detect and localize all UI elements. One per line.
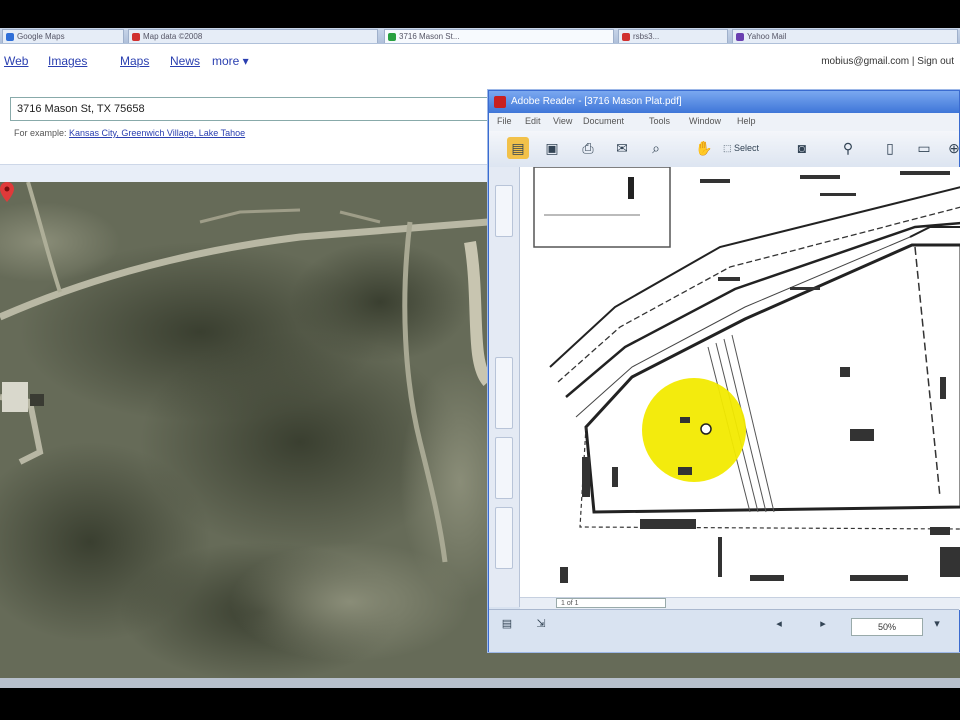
tab-favicon-icon: [132, 33, 140, 41]
nav-link-images[interactable]: Images: [48, 54, 87, 68]
page-icon[interactable]: ▤: [499, 616, 515, 632]
map-marker-icon[interactable]: [0, 182, 14, 202]
nav-link-news[interactable]: News: [170, 54, 200, 68]
menu-window[interactable]: Window: [689, 116, 721, 126]
taskbar-strip: [0, 678, 960, 688]
snapshot-icon[interactable]: ◙: [791, 137, 813, 159]
search-hint-prefix: For example:: [14, 128, 70, 138]
next-page-icon[interactable]: ▸: [815, 616, 831, 632]
screen: Google Maps Map data ©2008 3716 Mason St…: [0, 28, 960, 688]
search-hint-example-link[interactable]: Kansas City, Greenwich Village, Lake Tah…: [69, 128, 245, 138]
open-icon[interactable]: ▤: [507, 137, 529, 159]
resize-icon[interactable]: ⇲: [533, 616, 549, 632]
select-tool-button[interactable]: ⬚ Select: [723, 137, 775, 159]
highlight-circle: [642, 378, 746, 482]
hand-icon[interactable]: ✋: [693, 137, 715, 159]
menu-document[interactable]: Document: [583, 116, 624, 126]
nav-more-link[interactable]: more ▾: [212, 54, 249, 68]
search-box[interactable]: [10, 97, 488, 121]
tab-label: Google Maps: [17, 32, 65, 41]
browser-tab-strip: Google Maps Map data ©2008 3716 Mason St…: [0, 28, 960, 44]
save-icon[interactable]: ▣: [541, 137, 563, 159]
search-hint: For example: Kansas City, Greenwich Vill…: [14, 128, 245, 138]
reader-title: Adobe Reader - [3716 Mason Plat.pdf]: [511, 96, 682, 107]
tab-favicon-icon: [736, 33, 744, 41]
menu-edit[interactable]: Edit: [525, 116, 541, 126]
side-tab-signatures[interactable]: [495, 507, 513, 569]
search-input[interactable]: [11, 98, 487, 120]
adobe-reader-icon: [494, 96, 506, 108]
side-tab-bookmarks[interactable]: [495, 357, 513, 429]
tab-label: rsbs3...: [633, 32, 660, 41]
browser-tab[interactable]: rsbs3...: [618, 29, 728, 43]
tab-favicon-icon: [6, 33, 14, 41]
print-icon[interactable]: ⎙: [577, 137, 599, 159]
zoom-icon[interactable]: ⚲: [837, 137, 859, 159]
menu-help[interactable]: Help: [737, 116, 756, 126]
side-tab-pages[interactable]: [495, 185, 513, 237]
search-icon[interactable]: ⌕: [645, 137, 667, 159]
zoom-dropdown-icon[interactable]: ▾: [929, 616, 945, 632]
reader-title-bar[interactable]: Adobe Reader - [3716 Mason Plat.pdf]: [489, 91, 959, 113]
tab-favicon-icon: [622, 33, 630, 41]
email-icon[interactable]: ✉: [611, 137, 633, 159]
browser-tab[interactable]: Yahoo Mail: [732, 29, 958, 43]
zoom-field[interactable]: 50%: [851, 618, 923, 636]
page-indicator[interactable]: 1 of 1: [556, 598, 666, 608]
menu-view[interactable]: View: [553, 116, 572, 126]
menu-file[interactable]: File: [497, 116, 512, 126]
tab-label: Yahoo Mail: [747, 32, 787, 41]
reader-navigation-pane: [489, 167, 520, 607]
pdf-reader-window[interactable]: Adobe Reader - [3716 Mason Plat.pdf] Fil…: [488, 90, 960, 652]
reader-menu-bar: File Edit View Document Tools Window Hel…: [489, 113, 959, 131]
tab-label: Map data ©2008: [143, 32, 203, 41]
fit-width-icon[interactable]: ▭: [913, 137, 935, 159]
account-links[interactable]: mobius@gmail.com | Sign out: [821, 56, 954, 67]
select-tool-label: Select: [734, 143, 760, 153]
fit-page-icon[interactable]: ▯: [879, 137, 901, 159]
nav-link-maps[interactable]: Maps: [120, 54, 149, 68]
zoom-in-icon[interactable]: ⊕: [943, 137, 960, 159]
pdf-document-view[interactable]: [520, 167, 960, 597]
browser-tab[interactable]: Google Maps: [2, 29, 124, 43]
side-tab-attachments[interactable]: [495, 437, 513, 499]
reader-toolbar: ▤ ▣ ⎙ ✉ ⌕ ✋ ⬚ Select ◙ ⚲ ▯ ▭ ⊕: [489, 131, 960, 168]
tab-label: 3716 Mason St...: [399, 32, 460, 41]
menu-tools[interactable]: Tools: [649, 116, 670, 126]
tab-favicon-icon: [388, 33, 396, 41]
plat-drawing: [520, 167, 960, 597]
nav-link-web[interactable]: Web: [4, 54, 28, 68]
reader-status-bar: ▤ ⇲ ◂ ▸ 50% ▾: [489, 609, 959, 652]
browser-tab-active[interactable]: 3716 Mason St...: [384, 29, 614, 43]
previous-page-icon[interactable]: ◂: [771, 616, 787, 632]
browser-tab[interactable]: Map data ©2008: [128, 29, 378, 43]
